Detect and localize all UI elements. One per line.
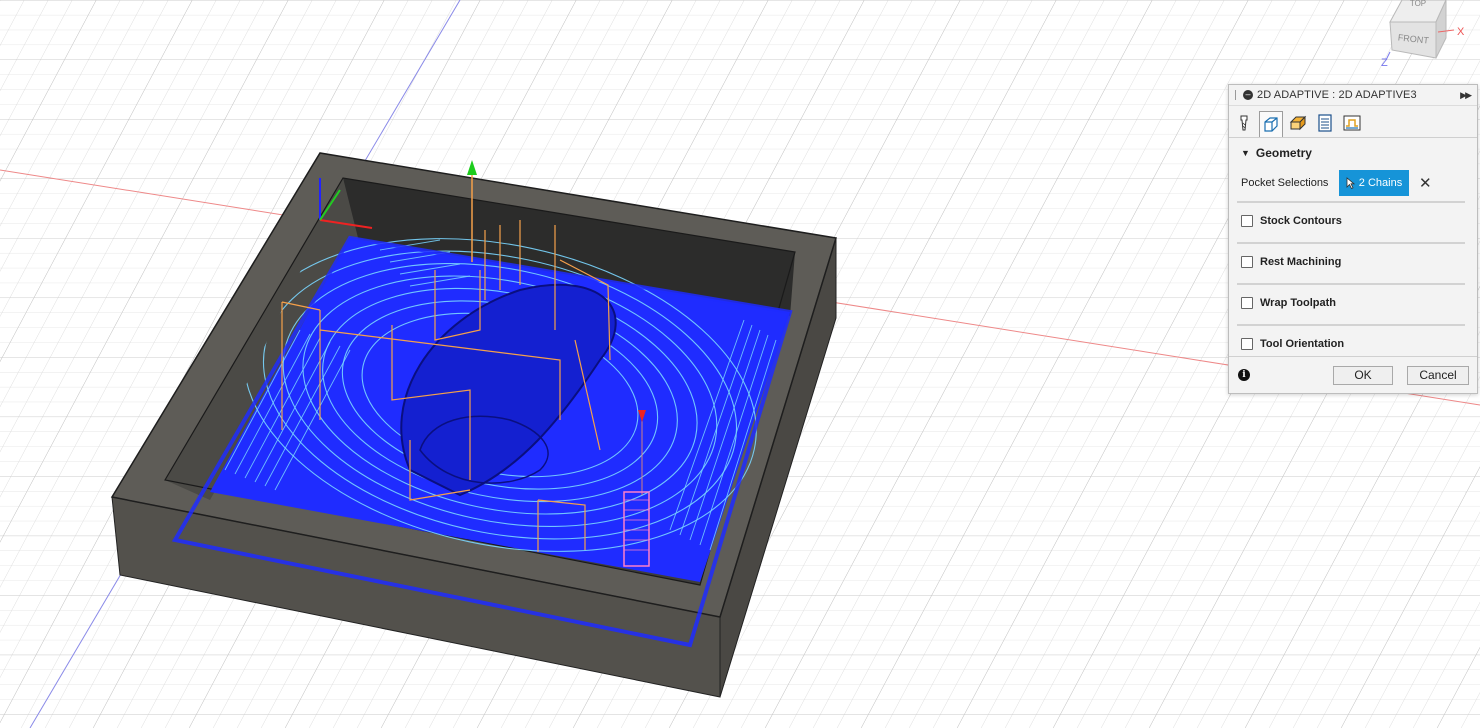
dialog-footer: i OK Cancel — [1229, 356, 1477, 393]
stock-contours-checkbox[interactable] — [1241, 215, 1253, 227]
geometry-heading: Geometry — [1255, 146, 1312, 160]
collapse-triangle-icon[interactable]: ▼ — [1241, 148, 1250, 158]
pocket-selection-row: Pocket Selections 2 Chains ✕ — [1229, 168, 1477, 198]
view-cube-top-label: TOP — [1410, 0, 1426, 8]
chain-count-label: 2 Chains — [1358, 177, 1403, 189]
ok-button[interactable]: OK — [1333, 365, 1393, 385]
clear-selection-icon[interactable]: ✕ — [1419, 174, 1432, 192]
dialog-title: 2D ADAPTIVE : 2D ADAPTIVE3 — [1257, 89, 1417, 101]
rest-machining-checkbox[interactable] — [1241, 256, 1253, 268]
tab-heights[interactable] — [1286, 111, 1310, 135]
view-cube-x-label: X — [1457, 26, 1465, 38]
rest-machining-label: Rest Machining — [1260, 256, 1342, 268]
dialog-tabs — [1229, 106, 1477, 138]
view-cube-z-label: Z — [1381, 57, 1388, 69]
tab-linking[interactable] — [1340, 111, 1364, 135]
geometry-section-header[interactable]: ▼ Geometry — [1229, 138, 1477, 168]
heights-icon — [1289, 115, 1307, 131]
view-cube[interactable]: TOP FRONT X Z — [1380, 0, 1480, 70]
tab-geometry[interactable] — [1259, 111, 1283, 137]
adaptive-dialog: – 2D ADAPTIVE : 2D ADAPTIVE3 ▶▶ ▼ Geomet… — [1228, 84, 1478, 394]
pocket-selection-button[interactable]: 2 Chains — [1339, 170, 1409, 196]
tool-orientation-label: Tool Orientation — [1260, 338, 1345, 350]
info-icon[interactable]: i — [1238, 369, 1250, 381]
collapse-icon[interactable]: – — [1243, 90, 1253, 100]
option-stock-contours[interactable]: Stock Contours — [1229, 203, 1477, 239]
drag-handle[interactable] — [1235, 90, 1238, 100]
linking-icon — [1343, 115, 1361, 131]
tab-passes[interactable] — [1313, 111, 1337, 135]
wrap-toolpath-label: Wrap Toolpath — [1260, 297, 1336, 309]
stock-contours-label: Stock Contours — [1260, 215, 1342, 227]
expand-arrows-icon[interactable]: ▶▶ — [1460, 90, 1473, 101]
tool-icon — [1240, 115, 1248, 131]
cancel-button[interactable]: Cancel — [1407, 365, 1469, 385]
pocket-selections-label: Pocket Selections — [1241, 177, 1329, 189]
geometry-icon — [1264, 116, 1278, 132]
tool-orientation-checkbox[interactable] — [1241, 338, 1253, 350]
wrap-toolpath-checkbox[interactable] — [1241, 297, 1253, 309]
option-wrap-toolpath[interactable]: Wrap Toolpath — [1229, 285, 1477, 321]
option-rest-machining[interactable]: Rest Machining — [1229, 244, 1477, 280]
tab-tool[interactable] — [1232, 111, 1256, 135]
dialog-titlebar[interactable]: – 2D ADAPTIVE : 2D ADAPTIVE3 ▶▶ — [1229, 85, 1477, 106]
cursor-icon — [1346, 177, 1355, 189]
passes-icon — [1318, 114, 1332, 132]
